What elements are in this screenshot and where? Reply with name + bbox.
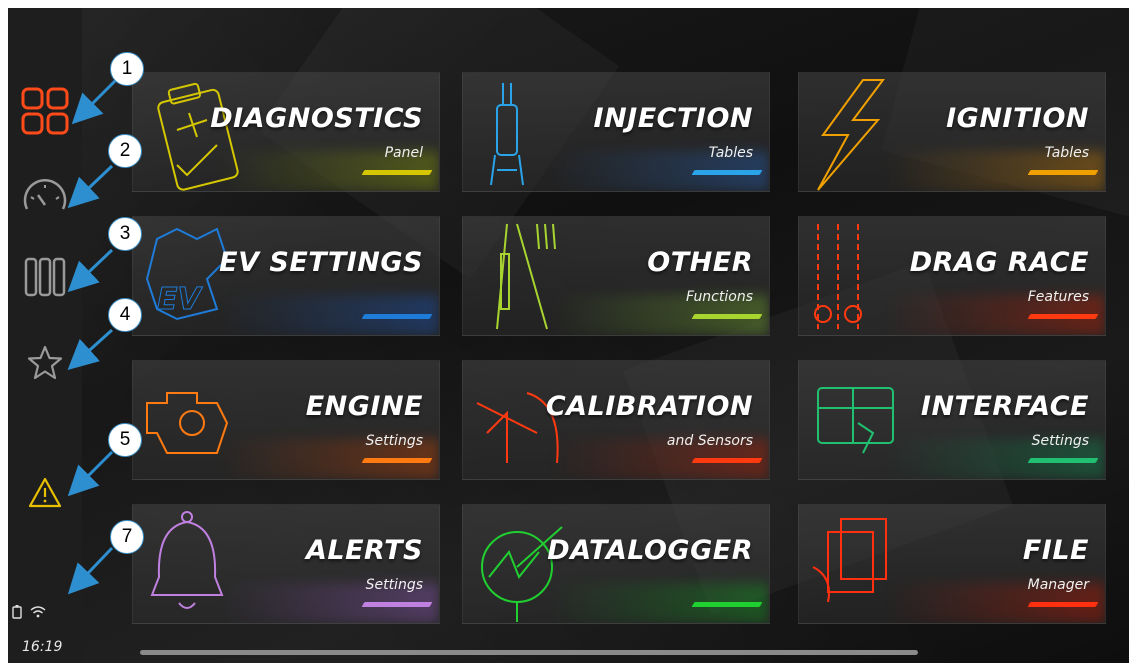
tile-other[interactable]: OTHER Functions: [462, 216, 770, 336]
callout-4: 4: [108, 298, 142, 332]
tile-subtitle: Features: [1027, 289, 1089, 305]
tools-icon: [496, 223, 556, 330]
callout-7: 7: [110, 520, 144, 554]
tile-subtitle: Panel: [384, 145, 423, 161]
tile-diagnostics[interactable]: DIAGNOSTICS Panel: [132, 72, 440, 192]
sidebar-item-columns[interactable]: [16, 248, 74, 306]
tile-subtitle: Settings: [365, 433, 423, 449]
sidebar-item-favorites[interactable]: [16, 334, 74, 392]
tile-subtitle: Settings: [1031, 433, 1089, 449]
tile-subtitle: Manager: [1027, 577, 1089, 593]
tile-accent-bar: [1027, 602, 1099, 607]
tile-interface[interactable]: INTERFACE Settings: [798, 360, 1106, 480]
tile-title: OTHER: [647, 247, 753, 278]
callout-3: 3: [108, 217, 142, 251]
lightning-icon: [817, 79, 885, 191]
file-icon: [812, 518, 887, 603]
tile-accent-bar: [691, 458, 763, 463]
tile-title: ENGINE: [305, 391, 423, 422]
callout-1: 1: [110, 52, 144, 86]
tile-ev-settings[interactable]: EV EV SETTINGS: [132, 216, 440, 336]
tile-title: INTERFACE: [920, 391, 1089, 422]
tile-title: IGNITION: [946, 103, 1089, 134]
tile-title: EV SETTINGS: [219, 247, 423, 278]
horizontal-scrollbar[interactable]: [140, 650, 918, 655]
drag-race-icon: [814, 224, 862, 329]
status-bar: [12, 605, 46, 619]
grid-icon: [21, 87, 69, 135]
tile-drag-race[interactable]: DRAG RACE Features: [798, 216, 1106, 336]
tile-subtitle: Settings: [365, 577, 423, 593]
tile-title: ALERTS: [306, 535, 423, 566]
tile-title: CALIBRATION: [545, 391, 753, 422]
tile-engine[interactable]: ENGINE Settings: [132, 360, 440, 480]
sidebar-item-gauges[interactable]: [16, 166, 74, 224]
columns-icon: [24, 257, 66, 297]
star-icon: [27, 345, 63, 380]
tile-accent-bar: [361, 602, 433, 607]
callout-2: 2: [108, 134, 142, 168]
tile-subtitle: Functions: [685, 289, 753, 305]
tile-accent-bar: [1027, 170, 1099, 175]
tile-title: DIAGNOSTICS: [210, 103, 423, 134]
tile-subtitle: and Sensors: [666, 433, 753, 449]
tile-accent-bar: [1027, 314, 1099, 319]
tile-title: FILE: [1022, 535, 1089, 566]
tile-alerts[interactable]: ALERTS Settings: [132, 504, 440, 624]
tile-ignition[interactable]: IGNITION Tables: [798, 72, 1106, 192]
tile-accent-bar: [361, 314, 433, 319]
tile-subtitle: Tables: [708, 145, 753, 161]
app-screen: 16:19 DIAGNOSTICS Panel INJECTION Tables IGN…: [8, 8, 1129, 663]
battery-icon: [12, 605, 22, 619]
injector-icon: [490, 83, 524, 186]
engine-icon: [146, 392, 229, 454]
tile-title: DRAG RACE: [909, 247, 1089, 278]
tile-calibration[interactable]: CALIBRATION and Sensors: [462, 360, 770, 480]
sidebar: 16:19: [8, 8, 82, 663]
tile-accent-bar: [361, 458, 433, 463]
interface-icon: [817, 387, 894, 454]
tile-file[interactable]: FILE Manager: [798, 504, 1106, 624]
tile-accent-bar: [691, 602, 763, 607]
warning-icon: [28, 477, 62, 508]
gauge-icon: [23, 179, 67, 210]
tile-title: DATALOGGER: [547, 535, 753, 566]
svg-text:EV: EV: [157, 282, 203, 317]
sidebar-item-dashboard[interactable]: [16, 82, 74, 140]
tile-accent-bar: [691, 170, 763, 175]
tile-injection[interactable]: INJECTION Tables: [462, 72, 770, 192]
callout-5: 5: [108, 423, 142, 457]
tile-subtitle: Tables: [1044, 145, 1089, 161]
wifi-icon: [30, 606, 46, 618]
tile-accent-bar: [361, 170, 433, 175]
tile-title: INJECTION: [593, 103, 753, 134]
bell-icon: [150, 511, 224, 609]
clock: 16:19: [22, 639, 63, 655]
tile-datalogger[interactable]: DATALOGGER: [462, 504, 770, 624]
tile-accent-bar: [1027, 458, 1099, 463]
tile-accent-bar: [691, 314, 763, 319]
sidebar-item-warnings[interactable]: [16, 464, 74, 522]
